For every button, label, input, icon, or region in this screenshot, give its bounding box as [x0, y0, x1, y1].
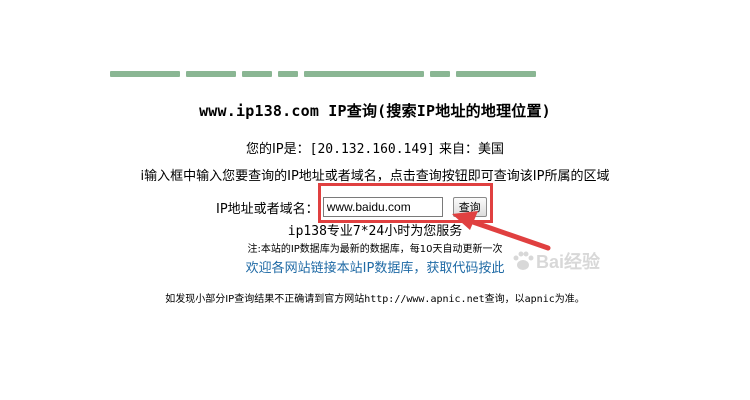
ip-value: [20.132.160.149] — [309, 142, 435, 157]
nav-fragment — [186, 71, 236, 77]
database-note: 注:本站的IP数据库为最新的数据库，每10天自动更新一次 — [247, 244, 503, 255]
nav-fragment — [430, 71, 450, 77]
ip-domain-input[interactable] — [322, 197, 443, 217]
top-nav-strip — [110, 68, 650, 80]
page-title: www.ip138.com IP查询(搜索IP地址的地理位置) — [199, 102, 551, 120]
footer-suffix: 为准。 — [554, 294, 585, 305]
nav-fragment — [456, 71, 536, 77]
instructions-text: i输入框中输入您要查询的IP地址或者域名，点击查询按钮即可查询该IP所属的区域 — [140, 169, 610, 184]
search-button[interactable]: 查询 — [452, 197, 487, 217]
from-value: 美国 — [478, 142, 505, 157]
footer-note: 如发现小部分IP查询结果不正确请到官方网站http://www.apnic.ne… — [0, 290, 750, 305]
footer-prefix: 如发现小部分IP查询结果不正确请到官方网站 — [165, 294, 365, 305]
visitor-ip-line: 您的IP是：[20.132.160.149] 来自：美国 — [0, 138, 750, 157]
footer-middle: 查询，以 — [484, 294, 525, 305]
apnic-url[interactable]: http://www.apnic.net — [364, 294, 484, 305]
get-code-link[interactable]: 欢迎各网站链接本站IP数据库，获取代码按此 — [0, 257, 750, 276]
search-label: IP地址或者域名： — [216, 201, 319, 217]
nav-fragment — [110, 71, 180, 77]
service-text: ip138专业7*24小时为您服务 — [287, 224, 463, 239]
from-label: 来自： — [439, 142, 479, 157]
nav-fragment — [304, 71, 424, 77]
nav-fragment — [278, 71, 298, 77]
nav-fragment — [242, 71, 272, 77]
footer-brand: apnic — [524, 294, 555, 305]
search-form: IP地址或者域名： 查询 — [216, 196, 487, 218]
ip-label: 您的IP是： — [245, 142, 310, 157]
